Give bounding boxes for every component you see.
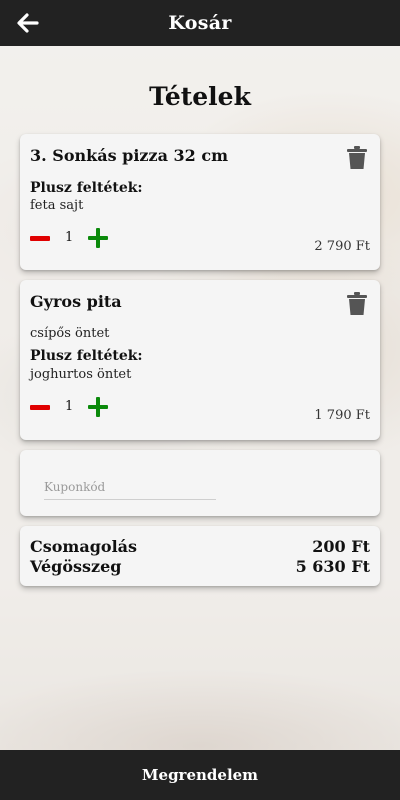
coupon-input[interactable] [44,474,216,500]
summary-card: Csomagolás 200 Ft Végösszeg 5 630 Ft [20,526,380,586]
extras-text: feta sajt [30,198,84,213]
quantity-stepper: 1 [30,228,120,250]
back-button[interactable] [14,9,42,37]
coupon-card [20,450,380,516]
increase-quantity-button[interactable] [88,397,108,417]
item-note: csípős öntet [30,326,110,341]
total-value: 5 630 Ft [295,557,370,576]
packaging-value: 200 Ft [312,537,370,556]
quantity-value: 1 [65,230,74,245]
extras-label: Plusz feltétek: [30,348,143,364]
page-title: Kosár [168,12,232,34]
order-button[interactable]: Megrendelem [0,750,400,800]
increase-quantity-button[interactable] [88,228,108,248]
extras-label: Plusz feltétek: [30,180,143,196]
cart-item: Gyros pita csípős öntet Plusz feltétek: … [20,280,380,440]
arrow-left-icon [17,13,39,33]
item-title: 3. Sonkás pizza 32 cm [30,146,229,165]
app-header: Kosár [0,0,400,46]
total-label: Végösszeg [30,557,122,576]
item-price: 1 790 Ft [314,408,370,423]
trash-icon[interactable] [346,146,368,170]
section-title: Tételek [149,82,251,111]
order-button-label: Megrendelem [141,766,259,784]
packaging-label: Csomagolás [30,537,138,556]
cart-item: 3. Sonkás pizza 32 cm Plusz feltétek: fe… [20,134,380,270]
item-title: Gyros pita [30,292,122,311]
item-price: 2 790 Ft [314,239,370,254]
extras-text: joghurtos öntet [30,367,132,382]
quantity-value: 1 [65,399,74,414]
trash-icon[interactable] [346,292,368,316]
decrease-quantity-button[interactable] [30,236,50,241]
quantity-stepper: 1 [30,397,120,419]
decrease-quantity-button[interactable] [30,405,50,410]
